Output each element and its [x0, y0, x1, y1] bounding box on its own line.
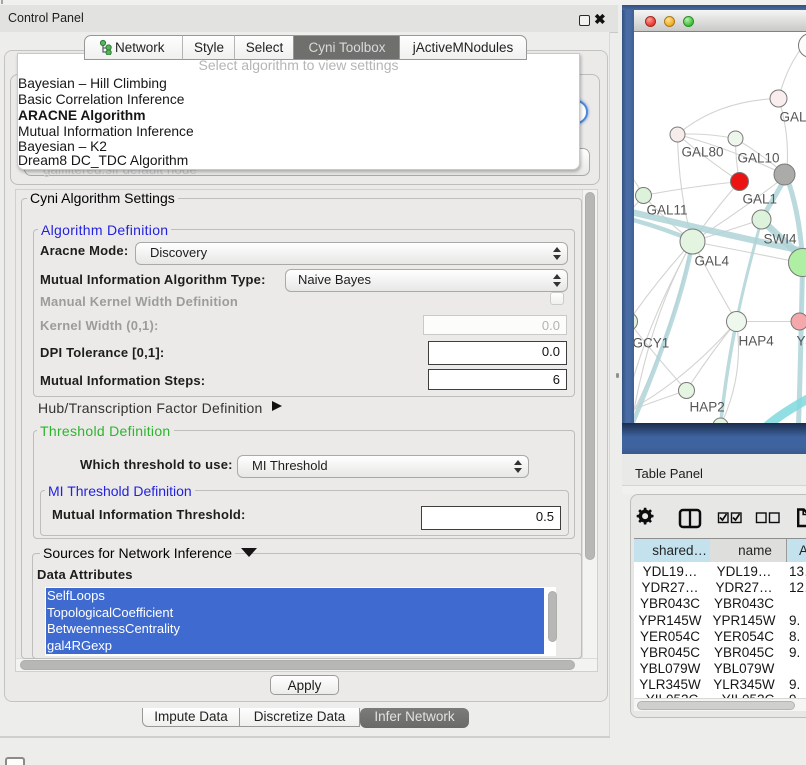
- svg-text:GAL4: GAL4: [694, 253, 729, 268]
- svg-text:YJ: YJ: [796, 333, 806, 348]
- svg-text:GAL1: GAL1: [742, 191, 777, 206]
- svg-text:GAL80: GAL80: [681, 144, 723, 159]
- svg-text:GAL10: GAL10: [737, 150, 779, 165]
- svg-text:GAL2: GAL2: [779, 109, 806, 124]
- svg-text:GAL11: GAL11: [646, 202, 687, 217]
- svg-text:GCY1: GCY1: [634, 335, 669, 350]
- svg-text:SWI4: SWI4: [763, 231, 796, 246]
- svg-text:HAP2: HAP2: [689, 399, 724, 414]
- svg-text:HAP4: HAP4: [738, 333, 774, 348]
